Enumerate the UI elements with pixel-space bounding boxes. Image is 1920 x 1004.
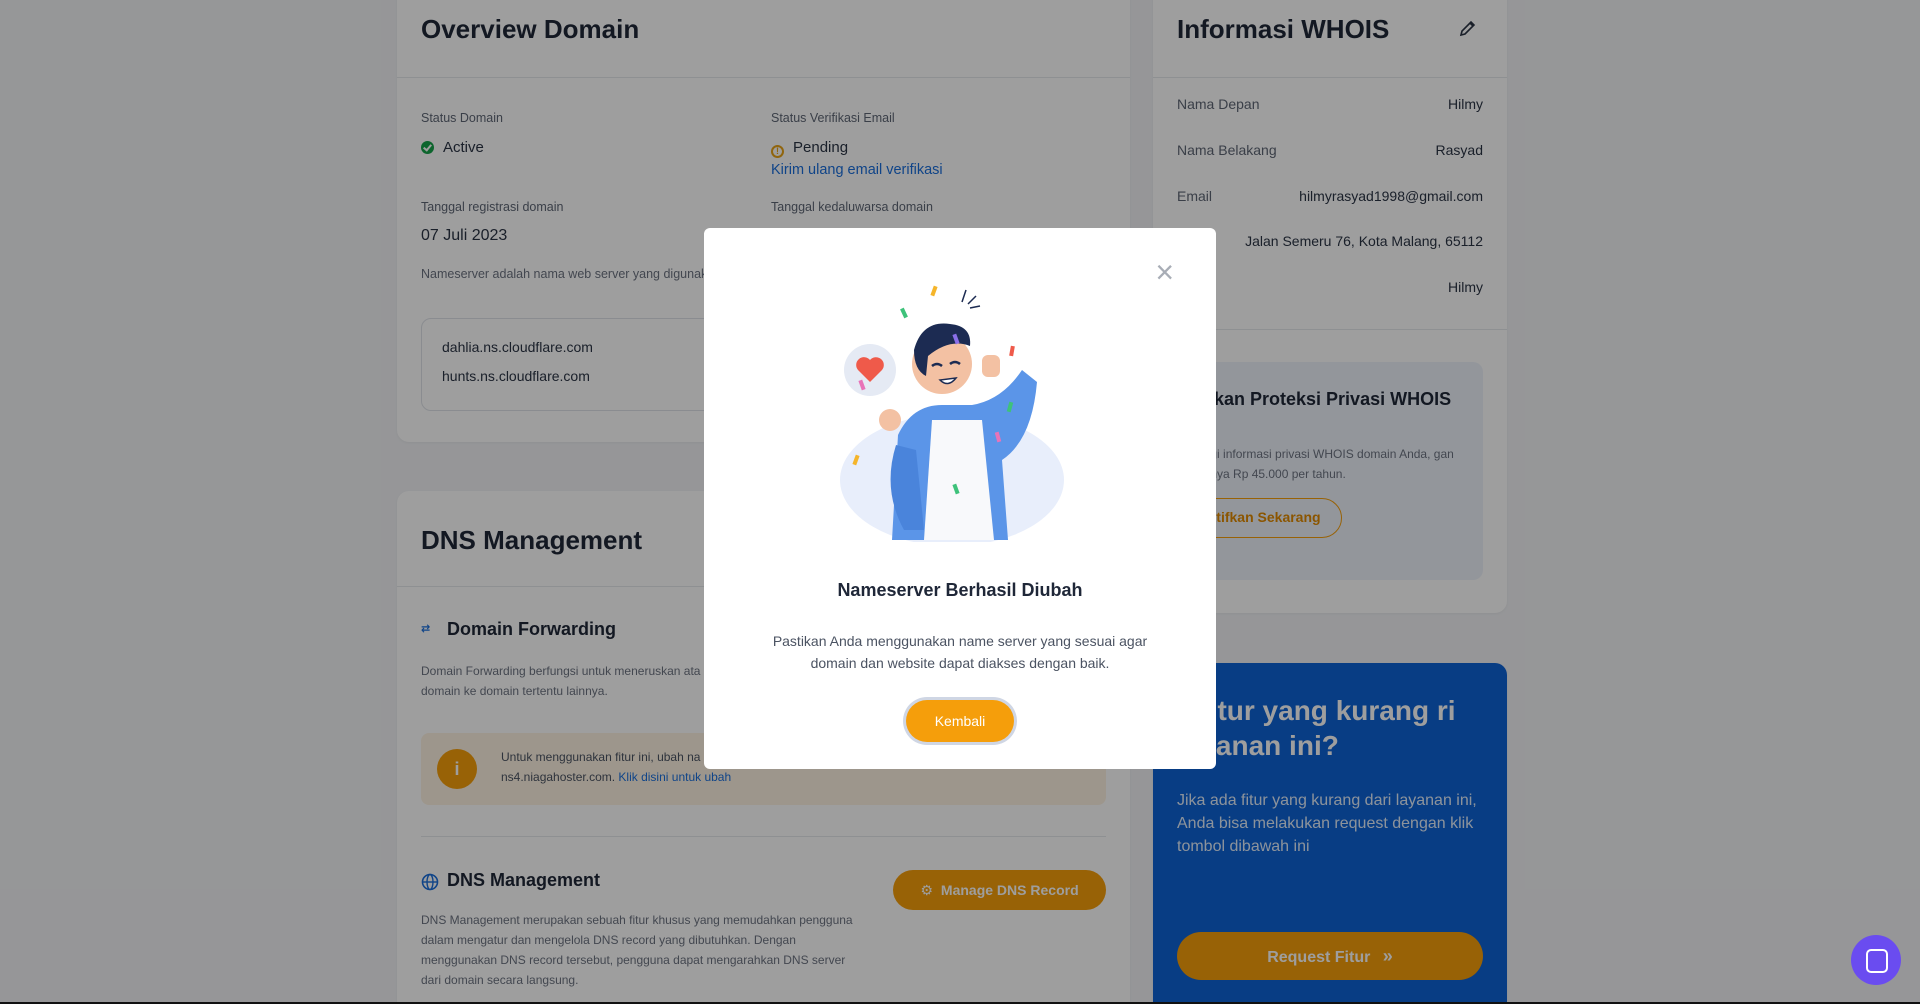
modal-description: Pastikan Anda menggunakan name server ya…	[772, 633, 1148, 671]
celebration-illustration	[840, 285, 1064, 542]
chat-launcher-icon[interactable]	[1851, 935, 1901, 985]
page: Overview Domain Status Domain Active Sta…	[0, 0, 1920, 1004]
close-icon[interactable]: ×	[1155, 256, 1174, 288]
modal-title: Nameserver Berhasil Diubah	[837, 580, 1083, 600]
success-modal: × Nameserver Berhasil Diubah Pastikan An…	[704, 228, 1216, 769]
back-button[interactable]: Kembali	[906, 700, 1014, 742]
